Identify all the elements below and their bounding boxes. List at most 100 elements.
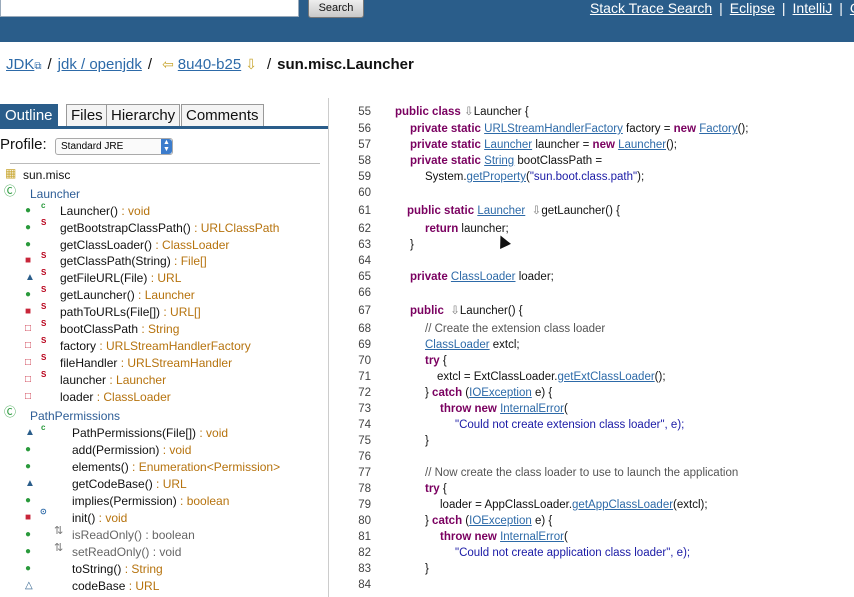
public-method-icon: ●: [25, 529, 32, 540]
protected-method-icon: ▲: [25, 272, 35, 283]
code-line: 73 throw new InternalError(: [358, 403, 568, 415]
outline-item[interactable]: fileHandler : URLStreamHandler: [60, 355, 232, 371]
outline-item[interactable]: loader : ClassLoader: [60, 389, 171, 405]
outline-item[interactable]: setReadOnly() : void: [72, 544, 181, 560]
code-line: 76: [358, 451, 371, 463]
protected-method-icon: ▲: [25, 427, 35, 438]
intellij-link[interactable]: IntelliJ: [793, 0, 833, 16]
public-method-icon: ●: [25, 239, 32, 250]
outline-item[interactable]: init() : void: [72, 510, 127, 526]
breadcrumb-jdk[interactable]: JDK: [6, 56, 34, 73]
static-marker: S: [41, 218, 47, 227]
outline-item[interactable]: isReadOnly() : boolean: [72, 527, 195, 543]
outline-item[interactable]: elements() : Enumeration<Permission>: [72, 459, 280, 475]
class-icon: Ⓒ: [4, 405, 17, 419]
public-method-icon: ●: [25, 495, 32, 506]
public-method-icon: ●: [25, 444, 32, 455]
outline-item[interactable]: codeBase : URL: [72, 578, 159, 594]
code-line: 64: [358, 255, 371, 267]
code-line: 63}: [358, 239, 414, 251]
outline-item[interactable]: getLauncher() : Launcher: [60, 287, 195, 303]
code-line: 67 public ⇩Launcher() {: [358, 305, 523, 317]
private-method-icon: ■: [25, 512, 32, 523]
package-icon: ▦: [5, 166, 17, 180]
code-line: 60: [358, 187, 371, 199]
code-line: 79 loader = AppClassLoader.getAppClassLoa…: [358, 499, 708, 511]
pane-divider[interactable]: [328, 98, 329, 597]
stack-trace-search-link[interactable]: Stack Trace Search: [590, 0, 712, 16]
outline-package[interactable]: sun.misc: [23, 167, 70, 183]
private-field-icon: □: [25, 340, 32, 351]
static-marker: S: [41, 285, 47, 294]
outline-class-pathpermissions[interactable]: PathPermissions: [30, 408, 120, 424]
breadcrumb-version[interactable]: 8u40-b25: [178, 56, 241, 73]
static-marker: S: [41, 302, 47, 311]
outline-item[interactable]: factory : URLStreamHandlerFactory: [60, 338, 251, 354]
outline-item[interactable]: Launcher() : void: [60, 203, 150, 219]
code-line: 59 System.getProperty("sun.boot.class.pat…: [358, 171, 645, 183]
code-line: 74 "Could not create extension class load…: [358, 419, 685, 431]
profile-label: Profile:: [0, 136, 47, 153]
code-line: 75}: [358, 435, 429, 447]
code-line: 71 extcl = ExtClassLoader.getExtClassLoad…: [358, 371, 666, 383]
outline-item[interactable]: getBootstrapClassPath() : URLClassPath: [60, 220, 279, 236]
constructor-marker: c: [41, 201, 46, 210]
arrow-left-icon[interactable]: ⇦: [162, 56, 174, 72]
code-line: 55 public class ⇩Launcher {: [358, 106, 529, 118]
tab-hierarchy[interactable]: Hierarchy: [106, 104, 181, 127]
code-line: 77// Now create the class loader to use …: [358, 467, 739, 479]
profile-select[interactable]: Standard JRE ▲ ▼: [55, 138, 173, 155]
outline-item[interactable]: getClassLoader() : ClassLoader: [60, 237, 229, 253]
public-method-icon: ●: [25, 563, 32, 574]
code-line: 69 ClassLoader extcl;: [358, 339, 520, 351]
breadcrumb-repo[interactable]: jdk / openjdk: [58, 56, 142, 73]
outline-class-launcher[interactable]: Launcher: [30, 186, 80, 202]
outline-item[interactable]: bootClassPath : String: [60, 321, 179, 337]
code-line: 61 public static Launcher ⇩getLauncher() …: [358, 205, 620, 217]
code-line: 68// Create the extension class loader: [358, 323, 606, 335]
static-marker: S: [41, 251, 47, 260]
breadcrumb: JDK⧉ / jdk / openjdk / ⇦ 8u40-b25 ⇩ / sun.misc.L…: [6, 56, 414, 73]
code-line: 81 throw new InternalError(: [358, 531, 568, 543]
search-button[interactable]: Search: [308, 0, 364, 18]
outline-item[interactable]: pathToURLs(File[]) : URL[]: [60, 304, 201, 320]
protected-field-icon: △: [25, 580, 33, 591]
outline-item[interactable]: add(Permission) : void: [72, 442, 191, 458]
code-line: 62 return launcher;: [358, 223, 509, 235]
search-input[interactable]: [0, 0, 299, 17]
public-method-icon: ●: [25, 205, 32, 216]
code-line: 56 private static URLStreamHandlerFactory…: [358, 123, 749, 135]
inherited-icon: ⇅: [54, 525, 64, 537]
public-method-icon: ●: [25, 461, 32, 472]
outline-item[interactable]: launcher : Launcher: [60, 372, 166, 388]
code-line: 78 try {: [358, 483, 447, 495]
eclipse-link[interactable]: Eclipse: [730, 0, 775, 16]
public-method-icon: ●: [25, 546, 32, 557]
outline-item[interactable]: PathPermissions(File[]) : void: [72, 425, 228, 441]
public-method-icon: ●: [25, 289, 32, 300]
public-method-icon: ●: [25, 222, 32, 233]
static-marker: S: [41, 370, 47, 379]
code-line: 82 "Could not create application class lo…: [358, 547, 691, 559]
outline-item[interactable]: implies(Permission) : boolean: [72, 493, 229, 509]
inherited-icon: ⇅: [54, 542, 64, 554]
outline-item[interactable]: getCodeBase() : URL: [72, 476, 187, 492]
class-icon: Ⓒ: [4, 184, 17, 198]
outline-item[interactable]: getFileURL(File) : URL: [60, 270, 181, 286]
c-link[interactable]: C: [850, 0, 854, 16]
code-line: 57 private static Launcher launcher = new…: [358, 139, 677, 151]
tab-outline[interactable]: Outline: [0, 104, 58, 127]
tab-comments[interactable]: Comments: [181, 104, 264, 127]
private-field-icon: □: [25, 391, 32, 402]
top-bar: Search Stack Trace Search | Eclipse | Intell…: [0, 0, 854, 42]
tab-files[interactable]: Files: [66, 104, 108, 127]
arrow-down-icon[interactable]: ⇩: [245, 56, 257, 72]
code-line: 58 private static String bootClassPath =: [358, 155, 603, 167]
outline-item[interactable]: getClassPath(String) : File[]: [60, 253, 207, 269]
profile-value: Standard JRE: [61, 141, 124, 152]
code-line: 72} catch (IOException e) {: [358, 387, 553, 399]
page-title: sun.misc.Launcher: [277, 56, 414, 73]
outline-item[interactable]: toString() : String: [72, 561, 163, 577]
private-field-icon: □: [25, 374, 32, 385]
tab-underline: [0, 126, 328, 129]
